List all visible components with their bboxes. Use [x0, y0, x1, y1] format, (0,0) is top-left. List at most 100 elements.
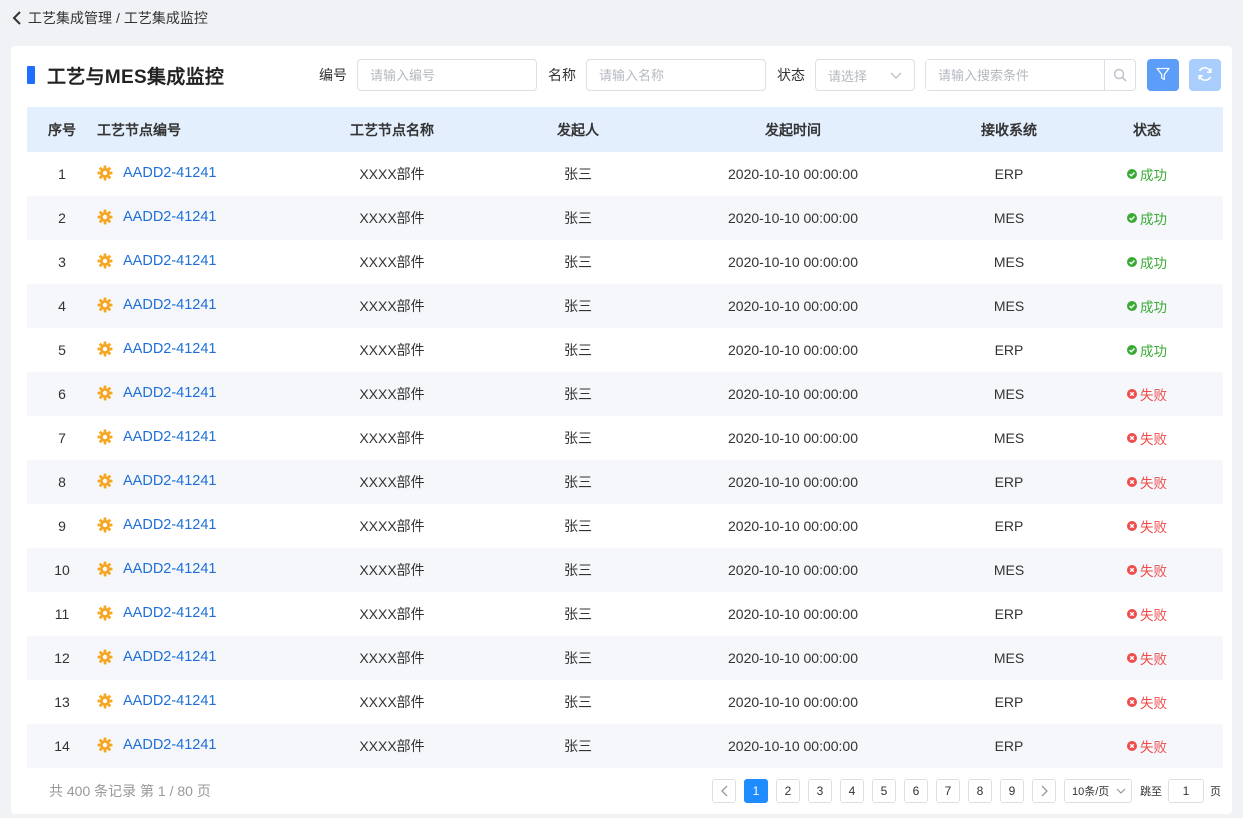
table-row: 12 AADD2-41241 XXXX部件 张三 2020-10-10 00:00:00…	[27, 636, 1223, 680]
node-code-cell: AADD2-41241	[97, 240, 267, 284]
status-cell: 失败	[1071, 680, 1223, 724]
status-text: 失败	[1140, 564, 1167, 579]
node-code-link[interactable]: AADD2-41241	[123, 253, 217, 269]
node-code-link[interactable]: AADD2-41241	[123, 341, 217, 357]
node-code-link[interactable]: AADD2-41241	[123, 605, 217, 621]
page-title: 工艺与MES集成监控	[47, 66, 225, 88]
status-cell: 成功	[1071, 240, 1223, 284]
page-button-1[interactable]: 1	[744, 779, 768, 803]
status-select-placeholder: 请选择	[828, 68, 868, 84]
gear-icon	[97, 649, 113, 665]
initiator: 张三	[564, 210, 592, 226]
gear-icon	[97, 341, 113, 357]
status-badge: 失败	[1127, 428, 1167, 448]
filter-button[interactable]	[1147, 59, 1179, 91]
node-code-link[interactable]: AADD2-41241	[123, 693, 217, 709]
status-badge: 失败	[1127, 516, 1167, 536]
node-name: XXXX部件	[359, 606, 425, 622]
refresh-button[interactable]	[1189, 59, 1221, 91]
initiator: 张三	[564, 650, 592, 666]
main-card: 工艺与MES集成监控 编号 名称 状态 请选择	[11, 46, 1232, 814]
node-code-link[interactable]: AADD2-41241	[123, 385, 217, 401]
node-code-cell: AADD2-41241	[97, 592, 267, 636]
node-code-link[interactable]: AADD2-41241	[123, 517, 217, 533]
check-circle-icon	[1127, 301, 1137, 311]
status-text: 失败	[1140, 740, 1167, 755]
x-circle-icon	[1127, 565, 1137, 575]
node-name: XXXX部件	[359, 474, 425, 490]
status-select[interactable]: 请选择	[815, 59, 915, 91]
code-input[interactable]	[357, 59, 537, 91]
node-code-link[interactable]: AADD2-41241	[123, 209, 217, 225]
x-circle-icon	[1127, 389, 1137, 399]
node-code-link[interactable]: AADD2-41241	[123, 473, 217, 489]
page-button-7[interactable]: 7	[936, 779, 960, 803]
status-text: 失败	[1140, 432, 1167, 447]
status-cell: 失败	[1071, 460, 1223, 504]
table-row: 3 AADD2-41241 XXXX部件 张三 2020-10-10 00:00:00 M…	[27, 240, 1223, 284]
page-button-6[interactable]: 6	[904, 779, 928, 803]
initiated-time: 2020-10-10 00:00:00	[728, 342, 858, 358]
breadcrumb-parent[interactable]: 工艺集成管理	[28, 8, 112, 28]
status-badge: 失败	[1127, 736, 1167, 756]
chevron-left-icon[interactable]	[10, 11, 24, 25]
node-code-cell: AADD2-41241	[97, 328, 267, 372]
node-code-link[interactable]: AADD2-41241	[123, 649, 217, 665]
total-records-text: 共 400 条记录 第 1 / 80 页	[49, 783, 211, 799]
page-size-select[interactable]: 10条/页	[1064, 779, 1132, 803]
status-text: 成功	[1140, 256, 1167, 271]
page-button-3[interactable]: 3	[808, 779, 832, 803]
x-circle-icon	[1127, 477, 1137, 487]
node-code-link[interactable]: AADD2-41241	[123, 165, 217, 181]
gear-icon	[97, 165, 113, 181]
column-header-time: 发起时间	[765, 121, 821, 138]
node-code-link[interactable]: AADD2-41241	[123, 297, 217, 313]
name-input[interactable]	[586, 59, 766, 91]
jump-page-input[interactable]	[1168, 779, 1204, 803]
page-button-4[interactable]: 4	[840, 779, 864, 803]
search-input[interactable]	[926, 60, 1104, 90]
node-name: XXXX部件	[359, 298, 425, 314]
page-button-9[interactable]: 9	[1000, 779, 1024, 803]
next-page-button[interactable]	[1032, 779, 1056, 803]
node-code-cell: AADD2-41241	[97, 636, 267, 680]
node-code-link[interactable]: AADD2-41241	[123, 737, 217, 753]
table-row: 11 AADD2-41241 XXXX部件 张三 2020-10-10 00:00:00…	[27, 592, 1223, 636]
page-button-8[interactable]: 8	[968, 779, 992, 803]
breadcrumb: 工艺集成管理 / 工艺集成监控	[10, 8, 208, 28]
monitor-table: 序号 工艺节点编号 工艺节点名称 发起人 发起时间 接收系统 状态 1 AADD2-41241…	[27, 107, 1223, 768]
x-circle-icon	[1127, 741, 1137, 751]
node-name: XXXX部件	[359, 386, 425, 402]
chevron-right-icon	[1041, 785, 1048, 797]
node-code-link[interactable]: AADD2-41241	[123, 561, 217, 577]
search-icon[interactable]	[1104, 60, 1135, 90]
page-button-5[interactable]: 5	[872, 779, 896, 803]
node-name: XXXX部件	[359, 650, 425, 666]
table-row: 9 AADD2-41241 XXXX部件 张三 2020-10-10 00:00:00 E…	[27, 504, 1223, 548]
row-index: 11	[54, 606, 70, 622]
initiated-time: 2020-10-10 00:00:00	[728, 694, 858, 710]
receiving-system: MES	[993, 430, 1025, 446]
gear-icon	[97, 561, 113, 577]
gear-icon	[97, 737, 113, 753]
node-code-link[interactable]: AADD2-41241	[123, 429, 217, 445]
table-footer: 共 400 条记录 第 1 / 80 页 123456789 10条/页 跳至 …	[11, 777, 1232, 805]
prev-page-button[interactable]	[712, 779, 736, 803]
initiator: 张三	[564, 474, 592, 490]
gear-icon	[97, 385, 113, 401]
status-text: 成功	[1140, 300, 1167, 315]
code-filter-label: 编号	[319, 67, 347, 83]
node-code-cell: AADD2-41241	[97, 460, 267, 504]
initiator: 张三	[564, 738, 592, 754]
status-text: 失败	[1140, 652, 1167, 667]
initiated-time: 2020-10-10 00:00:00	[728, 210, 858, 226]
gear-icon	[97, 693, 113, 709]
initiated-time: 2020-10-10 00:00:00	[728, 254, 858, 270]
receiving-system: MES	[993, 254, 1025, 270]
row-index: 1	[58, 166, 66, 182]
initiator: 张三	[564, 342, 592, 358]
node-code-cell: AADD2-41241	[97, 416, 267, 460]
receiving-system: MES	[993, 650, 1025, 666]
page-button-2[interactable]: 2	[776, 779, 800, 803]
status-badge: 失败	[1127, 648, 1167, 668]
